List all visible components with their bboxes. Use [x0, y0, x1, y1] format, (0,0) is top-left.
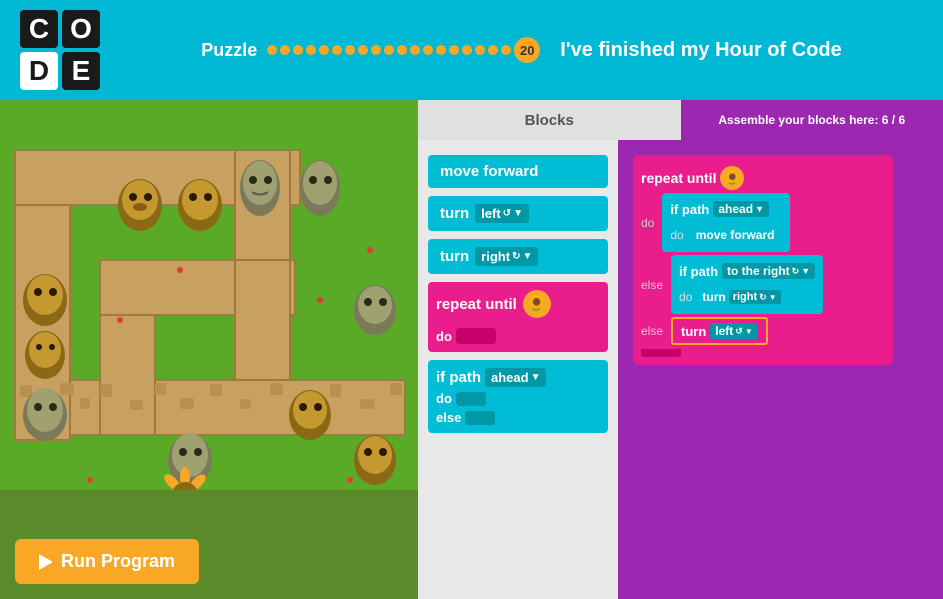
- dot-2: [280, 45, 290, 55]
- move-forward-nested[interactable]: move forward: [688, 226, 783, 244]
- dot-8: [358, 45, 368, 55]
- block-if-path[interactable]: if path ahead ▼ do else: [428, 360, 608, 433]
- ahead-dropdown[interactable]: ahead ▼: [713, 201, 769, 217]
- blocks-tabs: Blocks Assemble your blocks here: 6 / 6: [418, 100, 943, 140]
- if-path-label: if path: [670, 202, 709, 217]
- dot-12: [410, 45, 420, 55]
- dot-15: [449, 45, 459, 55]
- run-button-label: Run Program: [61, 551, 175, 572]
- right-dropdown-nested[interactable]: right ↻ ▼: [729, 290, 781, 304]
- repeat-until-label: repeat until: [641, 170, 716, 186]
- logo-c: C: [20, 10, 58, 48]
- header: C O D E Puzzle 20 I've f: [0, 0, 943, 100]
- blocks-list: move forward turn left ↺ ▼ turn right: [418, 140, 618, 599]
- dot-18: [488, 45, 498, 55]
- puzzle-label: Puzzle: [201, 40, 257, 61]
- dot-17: [475, 45, 485, 55]
- dot-1: [267, 45, 277, 55]
- tab-blocks[interactable]: Blocks: [418, 100, 681, 140]
- repeat-header-row: repeat until 🌻: [641, 166, 885, 190]
- turn-left-highlighted[interactable]: turn left ↺ ▼: [671, 317, 768, 345]
- repeat-connector-bottom: [641, 349, 681, 357]
- dot-14: [436, 45, 446, 55]
- left-dropdown-assembled[interactable]: left ↺ ▼: [710, 323, 757, 339]
- logo-e: E: [62, 52, 100, 90]
- else-label-2: else: [641, 324, 663, 338]
- sunflower-icon-assembled: 🌻: [720, 166, 744, 190]
- else-row-1: else if path to the right ↻ ▼: [641, 255, 885, 314]
- do-row: do if path ahead ▼ do: [641, 193, 885, 252]
- dot-9: [371, 45, 381, 55]
- to-the-right-dropdown[interactable]: to the right ↻ ▼: [722, 263, 815, 279]
- main-content: Run Program Blocks Assemble your blocks …: [0, 100, 943, 599]
- turn-left-dropdown[interactable]: left ↺ ▼: [475, 204, 529, 223]
- run-button[interactable]: Run Program: [15, 539, 199, 584]
- code-logo: C O D E: [20, 10, 100, 90]
- block-turn-left[interactable]: turn left ↺ ▼: [428, 196, 608, 231]
- finished-text: I've finished my Hour of Code: [560, 39, 841, 62]
- dot-16: [462, 45, 472, 55]
- turn-right-nested[interactable]: turn right ↻ ▼: [696, 288, 786, 306]
- else-row-2: else turn left ↺ ▼: [641, 317, 885, 345]
- logo-o: O: [62, 10, 100, 48]
- maze-svg: [0, 100, 418, 490]
- dot-19: [501, 45, 511, 55]
- logo-d: D: [20, 52, 58, 90]
- do-nested-label-2: do: [679, 290, 692, 304]
- blocks-content: move forward turn left ↺ ▼ turn right: [418, 140, 943, 599]
- puzzle-bar: Puzzle 20 I've finished my Hour of Code: [120, 37, 923, 63]
- puzzle-dots: 20: [267, 37, 540, 63]
- block-repeat-until[interactable]: repeat until 🌻 do: [428, 282, 608, 352]
- dot-7: [345, 45, 355, 55]
- dot-6: [332, 45, 342, 55]
- if-path-ahead-block[interactable]: if path ahead ▼ do move forward: [662, 193, 790, 252]
- dot-13: [423, 45, 433, 55]
- game-area: Run Program: [0, 100, 418, 599]
- repeat-block-container: repeat until 🌻 do if path ahead: [633, 155, 893, 365]
- blocks-panel: Blocks Assemble your blocks here: 6 / 6 …: [418, 100, 943, 599]
- assemble-area: repeat until 🌻 do if path ahead: [618, 140, 943, 599]
- tab-assemble[interactable]: Assemble your blocks here: 6 / 6: [681, 100, 943, 140]
- block-move-forward[interactable]: move forward: [428, 155, 608, 188]
- do-nested-label: do: [670, 228, 683, 242]
- else-label-1: else: [641, 278, 663, 292]
- do-label-1: do: [641, 216, 654, 230]
- dot-4: [306, 45, 316, 55]
- dot-11: [397, 45, 407, 55]
- if-path-label-2: if path: [679, 264, 718, 279]
- if-path-right-block[interactable]: if path to the right ↻ ▼ do tur: [671, 255, 823, 314]
- if-path-dropdown[interactable]: ahead ▼: [485, 368, 546, 387]
- sunflower-icon-block: 🌻: [523, 290, 551, 318]
- dot-10: [384, 45, 394, 55]
- dot-5: [319, 45, 329, 55]
- block-turn-right[interactable]: turn right ↻ ▼: [428, 239, 608, 274]
- dot-current: 20: [514, 37, 540, 63]
- dot-3: [293, 45, 303, 55]
- run-triangle-icon: [39, 554, 53, 570]
- turn-right-dropdown[interactable]: right ↻ ▼: [475, 247, 538, 266]
